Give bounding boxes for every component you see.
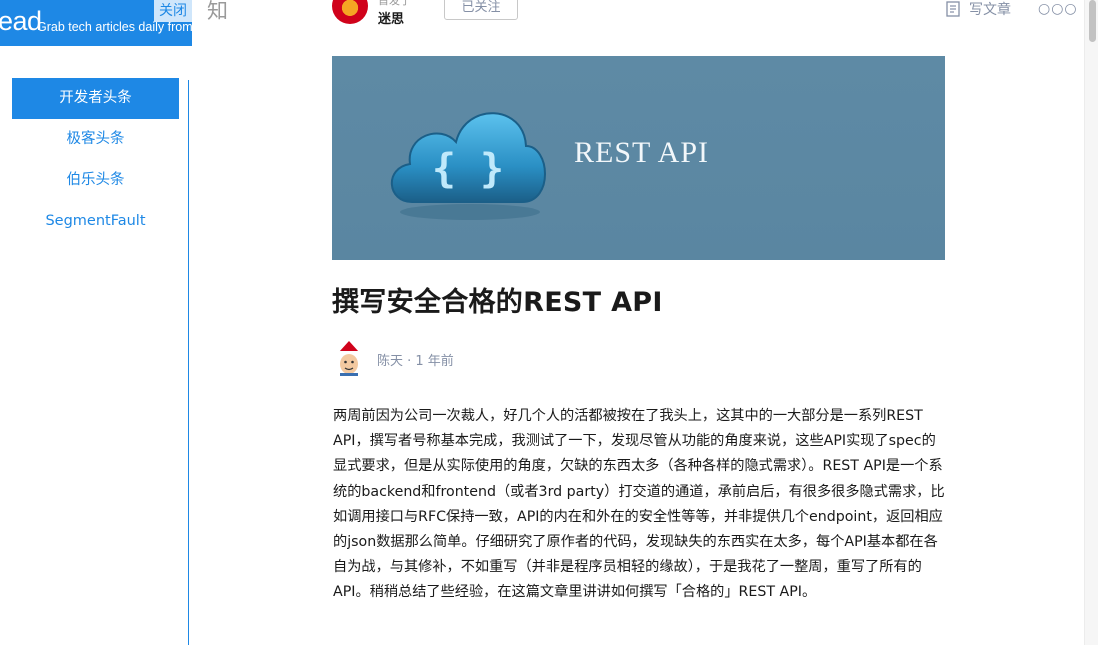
reader-sidebar: ead Grab tech articles daily from 关闭 开发者… bbox=[0, 0, 192, 645]
follow-button[interactable]: 已关注 bbox=[444, 0, 518, 20]
brand-header: ead Grab tech articles daily from 关闭 bbox=[0, 0, 192, 46]
scrollbar-thumb[interactable] bbox=[1089, 0, 1096, 42]
brand-tagline: Grab tech articles daily from bbox=[37, 20, 192, 34]
brand-logo: ead bbox=[0, 6, 42, 36]
braces-text: { } bbox=[432, 146, 504, 192]
nav-item-developer-headlines[interactable]: 开发者头条 bbox=[12, 78, 179, 119]
close-button[interactable]: 关闭 bbox=[154, 0, 192, 22]
article-title: 撰写安全合格的REST API bbox=[332, 287, 663, 318]
column-avatar[interactable] bbox=[332, 0, 368, 24]
article-paragraph: 两周前因为公司一次裁人，好几个人的活都被按在了我头上，这其中的一大部分是一系列R… bbox=[333, 408, 945, 601]
article-banner: { } REST API bbox=[332, 56, 945, 260]
write-article-button[interactable]: 写文章 bbox=[945, 0, 1011, 20]
scrollbar-track[interactable] bbox=[1084, 0, 1098, 645]
write-icon bbox=[946, 1, 960, 17]
nav-item-geek-headlines[interactable]: 极客头条 bbox=[12, 119, 179, 160]
more-icon[interactable]: ○○○ bbox=[1038, 1, 1078, 17]
banner-title: REST API bbox=[574, 136, 709, 169]
column-subtitle: 首发于 bbox=[378, 0, 411, 7]
site-logo[interactable]: 知 bbox=[207, 0, 228, 25]
author-avatar[interactable] bbox=[336, 340, 362, 376]
article-byline: 陈天 · 1 年前 bbox=[377, 354, 454, 369]
nav-item-segmentfault[interactable]: SegmentFault bbox=[12, 201, 179, 242]
column-name[interactable]: 迷思 bbox=[378, 8, 404, 27]
cloud-icon: { } bbox=[390, 112, 546, 220]
write-article-label: 写文章 bbox=[969, 2, 1011, 18]
nav-item-bole-headlines[interactable]: 伯乐头条 bbox=[12, 160, 179, 201]
source-nav: 开发者头条 极客头条 伯乐头条 SegmentFault bbox=[12, 78, 179, 242]
article-body: 两周前因为公司一次裁人，好几个人的活都被按在了我头上，这其中的一大部分是一系列R… bbox=[333, 404, 945, 606]
panel-divider bbox=[188, 80, 189, 645]
